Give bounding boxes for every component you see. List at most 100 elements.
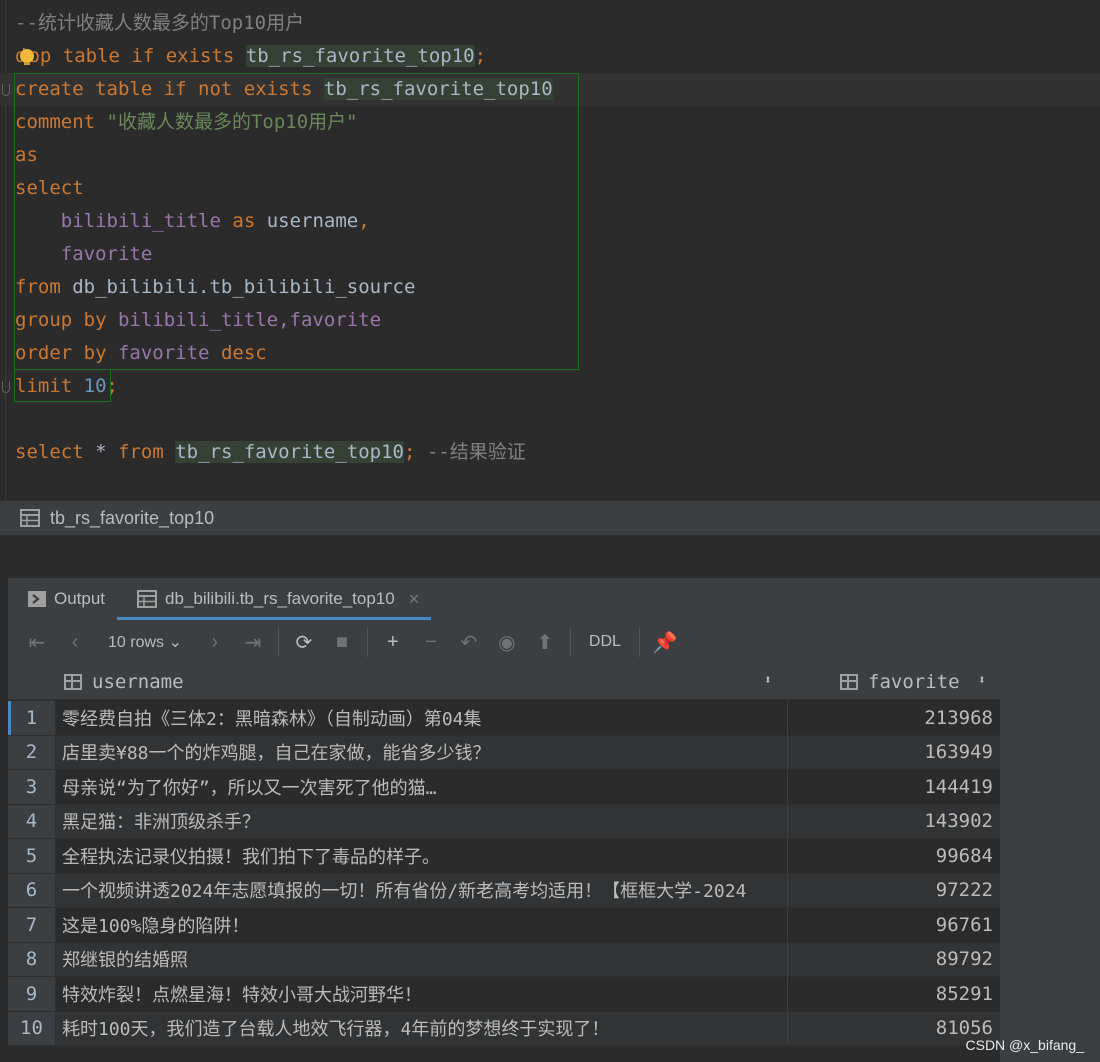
row-number[interactable]: 6 — [8, 873, 56, 907]
row-number[interactable]: 8 — [8, 942, 56, 976]
result-title: tb_rs_favorite_top10 — [50, 507, 215, 528]
cell-favorite[interactable]: 89792 — [788, 943, 993, 977]
row-number[interactable]: 4 — [8, 804, 56, 838]
row-number[interactable]: 2 — [8, 735, 56, 769]
cell-favorite[interactable]: 81056 — [788, 1012, 993, 1046]
toolbar-divider — [277, 627, 279, 657]
table-row[interactable]: 9 特效炸裂！点燃星海！特效小哥大战河野华！ 85291 — [8, 977, 1000, 1012]
stop-icon[interactable]: ■ — [323, 631, 361, 654]
row-number[interactable]: 3 — [8, 770, 56, 804]
limit-keyword: limit — [15, 375, 73, 397]
chevron-down-icon: ⌄ — [168, 634, 182, 651]
table-name: tb_rs_favorite_top10 — [323, 78, 553, 100]
code-line-7[interactable]: bilibili_title as username, — [15, 205, 370, 238]
next-page-icon[interactable]: › — [196, 631, 234, 654]
row-number[interactable]: 9 — [8, 977, 56, 1011]
code-line-6[interactable]: select — [15, 172, 84, 205]
code-line-3[interactable]: create table if not exists tb_rs_favorit… — [0, 73, 1100, 106]
table-row[interactable]: 5 全程执法记录仪拍摄！我们拍下了毒品的样子。 99684 — [8, 839, 1000, 874]
tab-output[interactable]: Output — [8, 578, 117, 620]
cell-favorite[interactable]: 144419 — [788, 770, 993, 804]
table-row[interactable]: 10 耗时100天，我们造了台载人地效飞行器，4年前的梦想终于实现了！ 81056 — [8, 1011, 1000, 1046]
grid-header: username ⬍ favorite ⬍ — [8, 664, 1000, 700]
separator-area — [0, 536, 1100, 578]
cell-username[interactable]: 店里卖¥88一个的炸鸡腿，自己在家做，能省多少钱？ — [62, 736, 786, 770]
row-number[interactable]: 7 — [8, 908, 56, 942]
sql-comment: --统计收藏人数最多的Top10用户 — [15, 12, 305, 34]
cell-username[interactable]: 这是100%隐身的陷阱！ — [62, 908, 786, 942]
code-line-5[interactable]: as — [15, 139, 38, 172]
code-line-11[interactable]: order by favorite desc — [15, 337, 267, 370]
revert-icon[interactable]: ↶ — [450, 630, 488, 655]
cell-username[interactable]: 母亲说“为了你好”，所以又一次害死了他的猫… — [62, 770, 786, 804]
table-row[interactable]: 3 母亲说“为了你好”，所以又一次害死了他的猫… 144419 — [8, 770, 1000, 805]
add-row-icon[interactable]: + — [374, 631, 412, 654]
cell-favorite[interactable]: 163949 — [788, 736, 993, 770]
code-line-1[interactable]: --统计收藏人数最多的Top10用户 — [15, 7, 304, 40]
table-row[interactable]: 7 这是100%隐身的陷阱！ 96761 — [8, 908, 1000, 943]
sort-icon[interactable]: ⬍ — [764, 673, 772, 688]
column-icon — [840, 674, 858, 690]
pin-icon[interactable]: 📌 — [646, 630, 684, 655]
cell-username[interactable]: 一个视频讲透2024年志愿填报的一切！所有省份/新老高考均适用！【框框大学-20… — [62, 874, 786, 908]
cell-username[interactable]: 零经费自拍《三体2：黑暗森林》（自制动画）第04集 — [62, 701, 786, 735]
cell-favorite[interactable]: 85291 — [788, 977, 993, 1011]
group-by-keyword: group by — [15, 309, 107, 331]
result-title-bar[interactable]: tb_rs_favorite_top10 — [0, 500, 1100, 536]
ddl-button[interactable]: DDL — [577, 633, 633, 651]
cell-username[interactable]: 黑足猫：非洲顶级杀手？ — [62, 805, 786, 839]
cell-username[interactable]: 特效炸裂！点燃星海！特效小哥大战河野华！ — [62, 977, 786, 1011]
lightbulb-icon[interactable] — [20, 49, 35, 65]
refresh-icon[interactable]: ⟳ — [285, 630, 323, 655]
toolbar-divider — [569, 627, 571, 657]
sql-editor[interactable]: --统计收藏人数最多的Top10用户 dop table if exists t… — [0, 0, 1100, 500]
table-row[interactable]: 2 店里卖¥88一个的炸鸡腿，自己在家做，能省多少钱？ 163949 — [8, 735, 1000, 770]
table-row[interactable]: 1 零经费自拍《三体2：黑暗森林》（自制动画）第04集 213968 — [8, 701, 1000, 736]
fold-marker-icon[interactable] — [2, 381, 10, 393]
code-line-2[interactable]: dop table if exists tb_rs_favorite_top10… — [15, 40, 486, 73]
row-number[interactable]: 1 — [8, 701, 56, 735]
comment-string: "收藏人数最多的Top10用户" — [106, 111, 358, 133]
code-line-4[interactable]: comment "收藏人数最多的Top10用户" — [15, 106, 358, 139]
cell-favorite[interactable]: 99684 — [788, 839, 993, 873]
semicolon: ; — [474, 45, 487, 67]
column-divider — [787, 664, 788, 699]
code-line-14[interactable]: select * from tb_rs_favorite_top10; --结果… — [15, 436, 526, 469]
rows-per-page-select[interactable]: 10 rows ⌄ — [94, 632, 196, 652]
last-page-icon[interactable]: ⇥ — [234, 630, 272, 655]
table-row[interactable]: 6 一个视频讲透2024年志愿填报的一切！所有省份/新老高考均适用！【框框大学-2… — [8, 873, 1000, 908]
fold-marker-icon[interactable] — [2, 84, 10, 96]
delete-row-icon[interactable]: − — [412, 631, 450, 654]
cell-favorite[interactable]: 96761 — [788, 908, 993, 942]
code-line-10[interactable]: group by bilibili_title,favorite — [15, 304, 381, 337]
code-line-8[interactable]: favorite — [15, 238, 153, 271]
result-grid[interactable]: username ⬍ favorite ⬍ 1 零经费自拍《三体2：黑暗森林》（自… — [8, 664, 1000, 1062]
table-row[interactable]: 4 黑足猫：非洲顶级杀手？ 143902 — [8, 804, 1000, 839]
row-number[interactable]: 5 — [8, 839, 56, 873]
column-header-favorite[interactable]: favorite — [840, 664, 960, 700]
code-line-12[interactable]: limit 10; — [15, 370, 118, 403]
code-line-9[interactable]: from db_bilibili.tb_bilibili_source — [15, 271, 415, 304]
preview-changes-icon[interactable]: ◉ — [488, 630, 526, 655]
star: * — [95, 441, 107, 463]
sql-comment: --结果验证 — [426, 441, 526, 463]
row-number[interactable]: 10 — [8, 1011, 56, 1045]
cell-favorite[interactable]: 213968 — [788, 701, 993, 735]
cell-username[interactable]: 郑继银的结婚照 — [62, 943, 786, 977]
cell-username[interactable]: 全程执法记录仪拍摄！我们拍下了毒品的样子。 — [62, 839, 786, 873]
cell-favorite[interactable]: 143902 — [788, 805, 993, 839]
first-page-icon[interactable]: ⇤ — [18, 630, 56, 655]
results-tabs: Output db_bilibili.tb_rs_favorite_top10 … — [8, 578, 1100, 620]
sort-icon[interactable]: ⬍ — [978, 673, 986, 688]
cell-username[interactable]: 耗时100天，我们造了台载人地效飞行器，4年前的梦想终于实现了！ — [62, 1012, 786, 1046]
semicolon: ; — [106, 375, 118, 397]
table-row[interactable]: 8 郑继银的结婚照 89792 — [8, 942, 1000, 977]
tab-label: Output — [54, 589, 106, 608]
cell-favorite[interactable]: 97222 — [788, 874, 993, 908]
watermark: CSDN @x_bifang_ — [965, 1037, 1085, 1053]
submit-icon[interactable]: ⬆ — [526, 630, 564, 655]
column-header-username[interactable]: username — [64, 664, 184, 700]
previous-page-icon[interactable]: ‹ — [56, 631, 94, 654]
tab-result-table[interactable]: db_bilibili.tb_rs_favorite_top10 × — [117, 578, 432, 620]
close-icon[interactable]: × — [409, 589, 420, 610]
